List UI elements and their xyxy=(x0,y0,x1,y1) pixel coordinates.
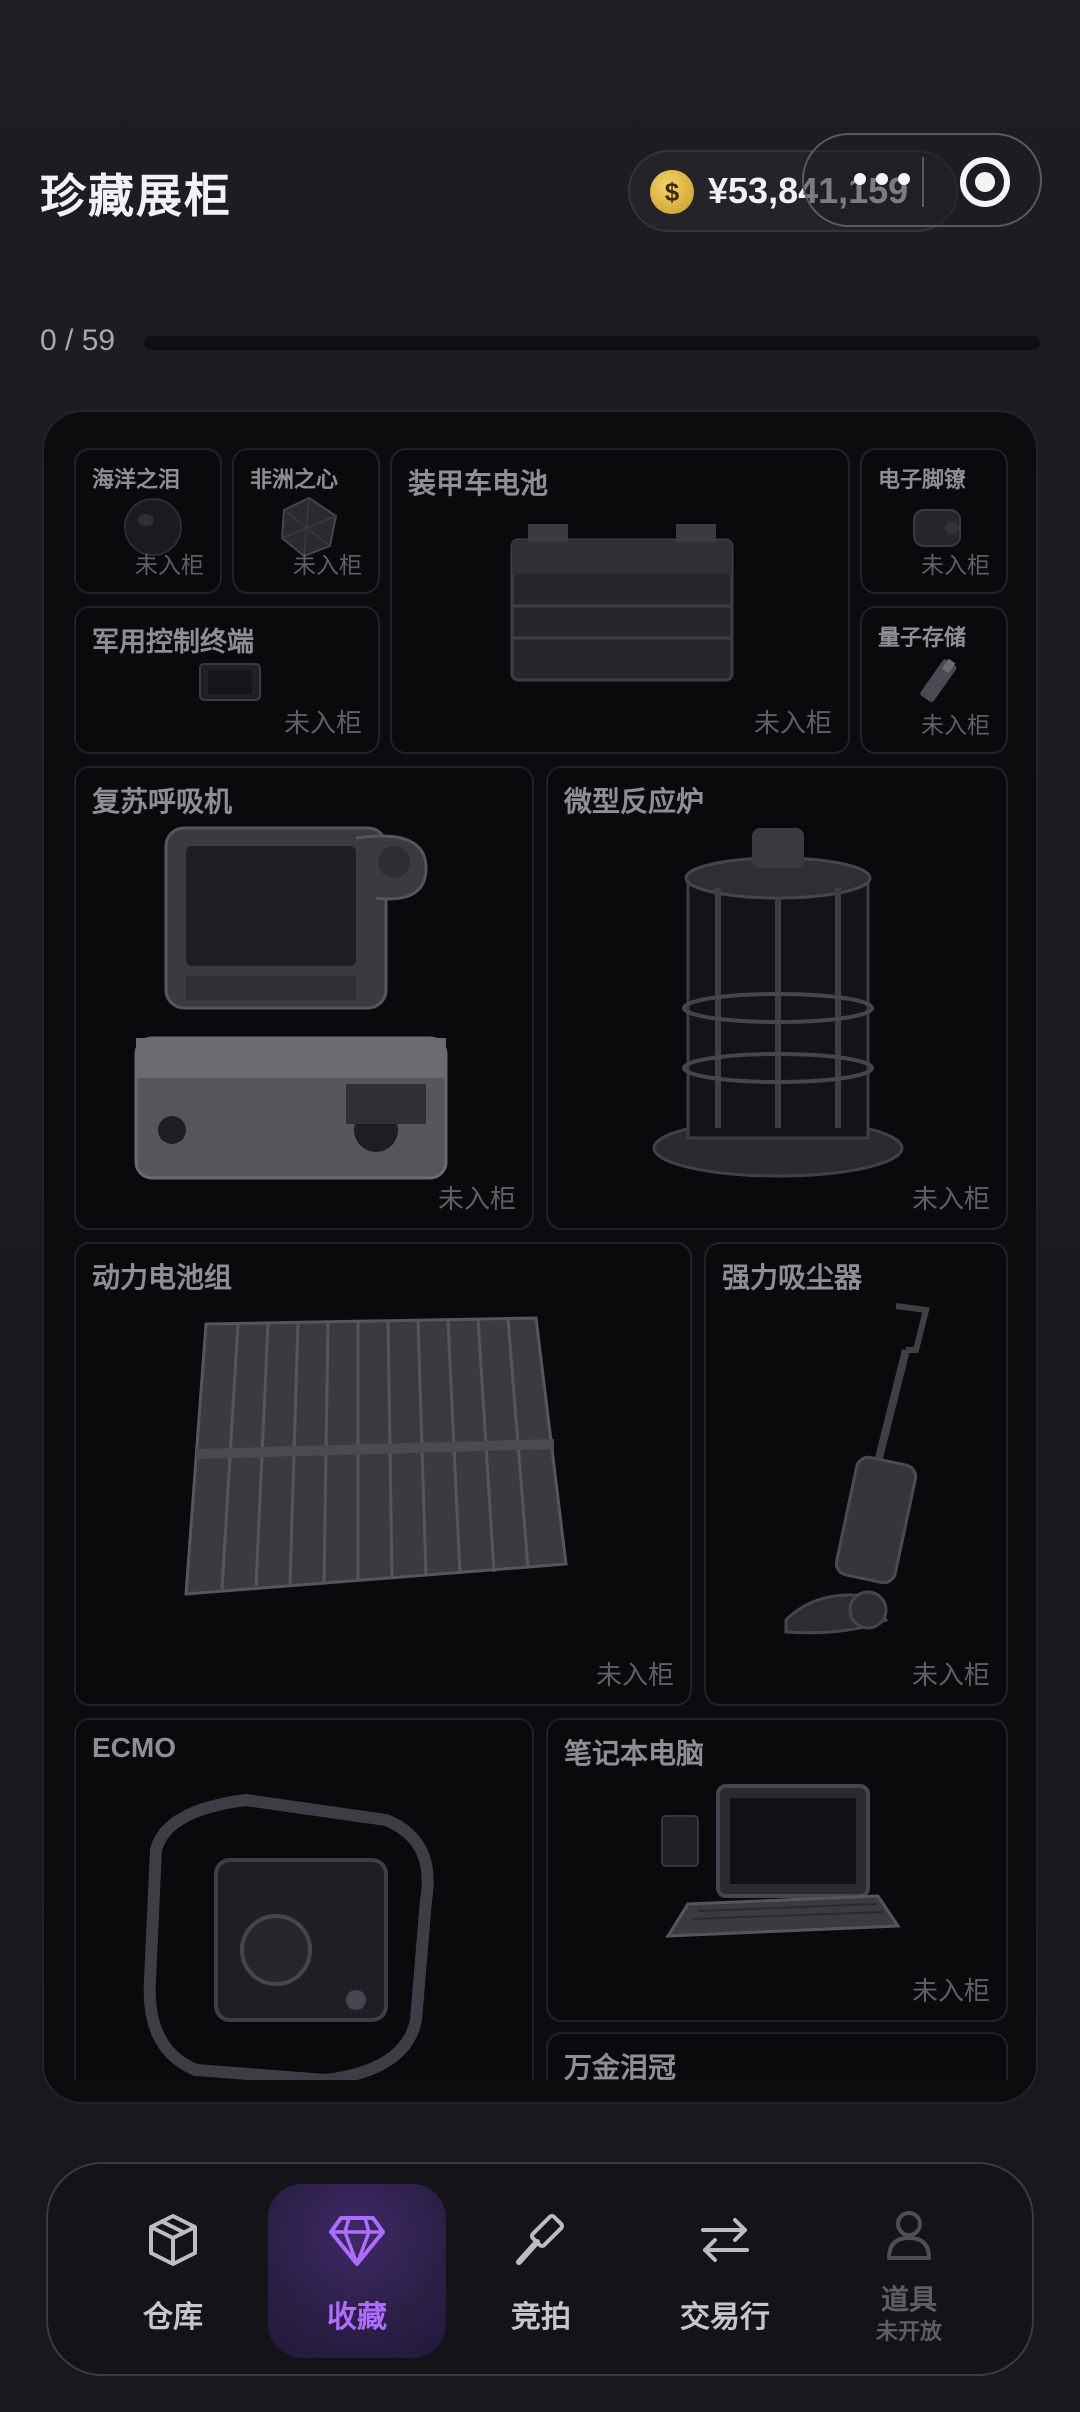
tab-warehouse[interactable]: 仓库 xyxy=(84,2184,262,2358)
cabinet-slot[interactable]: 复苏呼吸机 未入柜 xyxy=(74,766,534,1230)
vacuum-cleaner-image xyxy=(784,1303,930,1635)
cabinet-slot[interactable]: 笔记本电脑 未入柜 xyxy=(546,1718,1008,2022)
close-target-icon[interactable] xyxy=(960,157,1010,207)
cabinet-slot[interactable]: ECMO xyxy=(74,1718,534,2080)
cabinet-slot[interactable]: 微型反应炉 未入柜 xyxy=(546,766,1008,1230)
cabinet-slot[interactable]: 装甲车电池 未入柜 xyxy=(390,448,850,754)
tab-props: 道具 未开放 xyxy=(820,2184,998,2358)
diamond-icon xyxy=(329,2216,385,2266)
ecmo-image xyxy=(143,1793,434,2080)
page-title: 珍藏展柜 xyxy=(40,169,232,223)
cabinet-slot[interactable]: 电子脚镣 未入柜 xyxy=(860,448,1008,594)
item-name: 复苏呼吸机 xyxy=(92,785,233,818)
power-battery-pack-image xyxy=(184,1316,568,1596)
item-status: 未入柜 xyxy=(921,553,990,579)
item-status: 未入柜 xyxy=(595,1661,674,1691)
person-icon xyxy=(887,2211,931,2260)
gavel-icon xyxy=(516,2213,565,2265)
header: 珍藏展柜 $ ¥53,841,159 xyxy=(0,133,1080,250)
armored-battery-image xyxy=(510,524,734,682)
tab-label: 道具 xyxy=(880,2283,937,2316)
cabinet-slot[interactable]: 海洋之泪 未入柜 xyxy=(74,448,222,594)
item-status: 未入柜 xyxy=(283,709,362,739)
item-name: 非洲之心 xyxy=(250,468,339,493)
item-status: 未入柜 xyxy=(911,1185,990,1215)
more-icon[interactable] xyxy=(854,169,914,189)
cabinet-slot[interactable]: 动力电池组 未入柜 xyxy=(74,1242,692,1706)
item-name: 强力吸尘器 xyxy=(722,1261,863,1294)
item-name: 军用控制终端 xyxy=(92,627,254,658)
swap-arrows-icon xyxy=(701,2218,749,2262)
item-status: 未入柜 xyxy=(921,713,990,739)
tab-collection[interactable]: 收藏 xyxy=(268,2184,446,2358)
item-name: 电子脚镣 xyxy=(878,468,967,493)
tab-label: 收藏 xyxy=(327,2300,387,2335)
tab-label: 交易行 xyxy=(680,2300,770,2335)
tab-label: 仓库 xyxy=(143,2300,203,2335)
cabinet-slot[interactable]: 强力吸尘器 未入柜 xyxy=(704,1242,1008,1706)
item-status: 未入柜 xyxy=(135,553,204,579)
progress-bar xyxy=(144,336,1040,350)
quantum-storage-image xyxy=(920,658,957,703)
coin-icon: $ xyxy=(650,170,694,214)
cabinet-slot[interactable]: 军用控制终端 未入柜 xyxy=(74,606,380,754)
display-cabinet: 海洋之泪 未入柜 非洲之心 未入柜 装甲车电池 未入柜 电子脚镣 未入柜 军用控… xyxy=(42,410,1038,2104)
progress-label: 0 / 59 xyxy=(40,324,116,357)
cabinet-slot[interactable]: 非洲之心 未入柜 xyxy=(232,448,380,594)
tab-sublabel: 未开放 xyxy=(875,2320,942,2345)
collection-progress: 0 / 59 xyxy=(40,320,1040,364)
item-status: 未入柜 xyxy=(753,709,832,739)
item-status: 未入柜 xyxy=(911,1661,990,1691)
bottom-tab-bar: 仓库 收藏 竞拍 交易行 道具 未开放 xyxy=(46,2162,1034,2376)
micro-reactor-image xyxy=(652,828,904,1178)
item-name: 万金泪冠 xyxy=(564,2051,677,2080)
item-name: 笔记本电脑 xyxy=(564,1737,705,1770)
item-name: 微型反应炉 xyxy=(564,785,705,818)
item-name: 动力电池组 xyxy=(92,1261,233,1294)
item-status: 未入柜 xyxy=(911,1977,990,2007)
item-name: 量子存储 xyxy=(878,626,967,651)
item-status: 未入柜 xyxy=(293,553,362,579)
cabinet-slot[interactable]: 万金泪冠 xyxy=(546,2032,1008,2080)
tab-trading[interactable]: 交易行 xyxy=(636,2184,814,2358)
ventilator-image xyxy=(134,826,448,1180)
tab-label: 竞拍 xyxy=(511,2300,571,2335)
capsule-divider xyxy=(922,157,924,207)
item-status: 未入柜 xyxy=(437,1185,516,1215)
tab-auction[interactable]: 竞拍 xyxy=(452,2184,630,2358)
military-terminal-image xyxy=(199,663,261,701)
box-icon xyxy=(149,2214,197,2266)
miniprogram-capsule xyxy=(802,133,1042,227)
item-name: ECMO xyxy=(92,1732,176,1763)
cabinet-grid: 海洋之泪 未入柜 非洲之心 未入柜 装甲车电池 未入柜 电子脚镣 未入柜 军用控… xyxy=(44,412,1036,2080)
cabinet-slot[interactable]: 量子存储 未入柜 xyxy=(860,606,1008,754)
item-name: 装甲车电池 xyxy=(408,467,549,500)
item-name: 海洋之泪 xyxy=(92,468,181,493)
laptop-image xyxy=(661,1784,901,1938)
